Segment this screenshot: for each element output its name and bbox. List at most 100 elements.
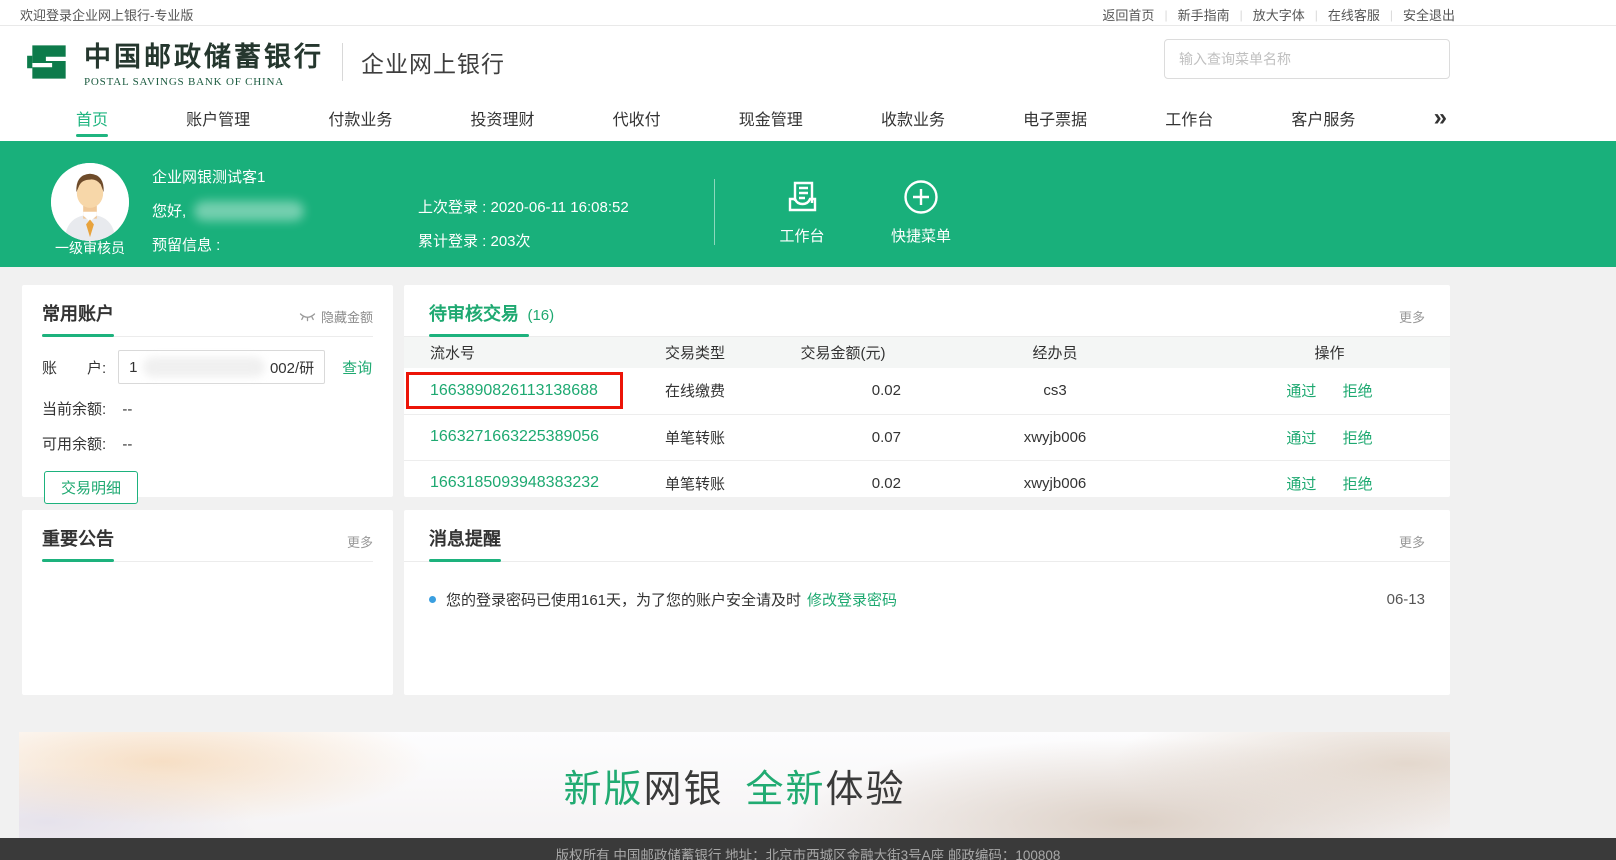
separator: | bbox=[1380, 8, 1403, 22]
transaction-amount: 0.02 bbox=[785, 460, 901, 506]
serial-link[interactable]: 1663271663225389056 bbox=[430, 428, 599, 445]
nav-tab-customer-service[interactable]: 客户服务 bbox=[1291, 95, 1355, 141]
approve-link[interactable]: 通过 bbox=[1286, 476, 1316, 493]
message-date: 06-13 bbox=[1387, 591, 1425, 608]
promo-dark-2: 体验 bbox=[826, 769, 906, 811]
link-beginner-guide[interactable]: 新手指南 bbox=[1178, 5, 1230, 24]
nav-tab-payment[interactable]: 付款业务 bbox=[328, 95, 392, 141]
link-home[interactable]: 返回首页 bbox=[1102, 5, 1154, 24]
pending-transactions-title: 待审核交易 bbox=[429, 304, 519, 324]
hide-amount-toggle[interactable]: 隐藏金额 bbox=[299, 307, 373, 326]
link-enlarge-font[interactable]: 放大字体 bbox=[1253, 5, 1305, 24]
account-label: 账 户: bbox=[42, 357, 106, 378]
promo-dark-1: 网银 bbox=[643, 769, 723, 811]
message-item: 您的登录密码已使用161天，为了您的账户安全请及时 修改登录密码 06-13 bbox=[429, 589, 1425, 610]
link-online-service[interactable]: 在线客服 bbox=[1328, 5, 1380, 24]
quick-menu-shortcut[interactable]: 快捷菜单 bbox=[876, 178, 966, 246]
quick-menu-label: 快捷菜单 bbox=[876, 225, 966, 246]
menu-search-input[interactable] bbox=[1164, 39, 1450, 79]
redacted-account-number bbox=[143, 357, 265, 377]
product-title: 企业网上银行 bbox=[361, 45, 505, 79]
nav-tab-investment[interactable]: 投资理财 bbox=[470, 95, 534, 141]
transaction-amount: 0.02 bbox=[785, 368, 901, 414]
reject-link[interactable]: 拒绝 bbox=[1343, 383, 1373, 400]
avatar-illustration bbox=[51, 163, 129, 241]
last-login: 上次登录 : 2020-06-11 16:08:52 bbox=[418, 196, 629, 217]
message-reminder-title: 消息提醒 bbox=[429, 525, 501, 551]
operator: cs3 bbox=[901, 368, 1209, 414]
banner-divider bbox=[714, 179, 715, 245]
account-prefix: 1 bbox=[129, 359, 137, 376]
transaction-type: 单笔转账 bbox=[665, 460, 785, 506]
available-balance-label: 可用余额: bbox=[42, 436, 106, 453]
nav-tab-receivables[interactable]: 收款业务 bbox=[881, 95, 945, 141]
col-serial: 流水号 bbox=[404, 337, 665, 368]
nav-tab-collection-pay[interactable]: 代收付 bbox=[613, 95, 661, 141]
nav-tab-workbench[interactable]: 工作台 bbox=[1165, 95, 1213, 141]
pending-transactions-card: 待审核交易 (16) 更多 流水号 交易类型 交易金额(元) 经办员 操作 bbox=[404, 285, 1450, 497]
account-select[interactable]: 1 002/研 bbox=[118, 350, 325, 384]
account-suffix: 002/研 bbox=[270, 357, 314, 378]
promo-banner: 新版网银全新体验 bbox=[19, 732, 1450, 838]
reject-link[interactable]: 拒绝 bbox=[1343, 476, 1373, 493]
bank-name-cn: 中国邮政储蓄银行 bbox=[84, 35, 324, 74]
user-info: 企业网银测试客1 您好, 预留信息 : bbox=[152, 166, 304, 268]
separator: | bbox=[1305, 8, 1328, 22]
main-nav: 首页 账户管理 付款业务 投资理财 代收付 现金管理 收款业务 电子票据 工作台… bbox=[20, 95, 1455, 141]
header: 中国邮政储蓄银行 POSTAL SAVINGS BANK OF CHINA 企业… bbox=[0, 26, 1616, 95]
promo-text: 新版网银全新体验 bbox=[563, 758, 905, 813]
available-balance-value: -- bbox=[122, 436, 132, 453]
bank-logo[interactable]: 中国邮政储蓄银行 POSTAL SAVINGS BANK OF CHINA 企业… bbox=[24, 35, 505, 88]
table-row: 1663271663225389056 单笔转账 0.07 xwyjb006 通… bbox=[404, 414, 1450, 460]
serial-link[interactable]: 1663185093948383232 bbox=[430, 474, 599, 491]
redacted-username bbox=[194, 201, 304, 221]
user-role: 一级审核员 bbox=[26, 238, 154, 258]
approve-link[interactable]: 通过 bbox=[1286, 383, 1316, 400]
link-safe-exit[interactable]: 安全退出 bbox=[1403, 5, 1455, 24]
transaction-type: 在线缴费 bbox=[665, 368, 785, 414]
transaction-type: 单笔转账 bbox=[665, 414, 785, 460]
serial-link[interactable]: 1663890826113138688 bbox=[430, 382, 598, 399]
greeting-text: 您好, bbox=[152, 200, 186, 221]
nav-tab-home[interactable]: 首页 bbox=[76, 95, 108, 141]
copyright-text: 版权所有 中国邮政储蓄银行 地址：北京市西城区金融大街3号A座 邮政编码：100… bbox=[0, 848, 1616, 860]
nav-tab-e-bill[interactable]: 电子票据 bbox=[1023, 95, 1087, 141]
col-operator: 经办员 bbox=[901, 337, 1209, 368]
nav-tab-account-mgmt[interactable]: 账户管理 bbox=[186, 95, 250, 141]
operator: xwyjb006 bbox=[901, 414, 1209, 460]
reject-link[interactable]: 拒绝 bbox=[1343, 430, 1373, 447]
brand-divider bbox=[342, 43, 343, 81]
bank-logo-icon bbox=[24, 37, 74, 87]
footer: 版权所有 中国邮政储蓄银行 地址：北京市西城区金融大街3号A座 邮政编码：100… bbox=[0, 838, 1616, 860]
topbar-links: 返回首页| 新手指南| 放大字体| 在线客服| 安全退出 bbox=[1102, 5, 1455, 24]
frequent-accounts-title: 常用账户 bbox=[42, 300, 114, 326]
bank-names: 中国邮政储蓄银行 POSTAL SAVINGS BANK OF CHINA bbox=[84, 35, 324, 88]
approve-link[interactable]: 通过 bbox=[1286, 430, 1316, 447]
nav-more-icon[interactable]: » bbox=[1434, 108, 1447, 128]
message-reminder-card: 消息提醒 更多 您的登录密码已使用161天，为了您的账户安全请及时 修改登录密码… bbox=[404, 510, 1450, 695]
login-count: 累计登录 : 203次 bbox=[418, 230, 629, 251]
notice-more-link[interactable]: 更多 bbox=[347, 532, 373, 551]
pending-more-link[interactable]: 更多 bbox=[1399, 307, 1425, 326]
operator: xwyjb006 bbox=[901, 460, 1209, 506]
promo-green-2: 全新 bbox=[746, 769, 826, 811]
col-type: 交易类型 bbox=[665, 337, 785, 368]
plus-circle-icon bbox=[902, 178, 940, 216]
query-link[interactable]: 查询 bbox=[342, 357, 372, 378]
welcome-text: 欢迎登录企业网上银行-专业版 bbox=[20, 5, 193, 24]
nav-tab-cash-mgmt[interactable]: 现金管理 bbox=[739, 95, 803, 141]
transaction-amount: 0.07 bbox=[785, 414, 901, 460]
promo-green-1: 新版 bbox=[563, 769, 643, 811]
bank-name-en: POSTAL SAVINGS BANK OF CHINA bbox=[84, 76, 324, 88]
important-notice-card: 重要公告 更多 bbox=[22, 510, 393, 695]
change-password-link[interactable]: 修改登录密码 bbox=[807, 589, 897, 610]
page: 欢迎登录企业网上银行-专业版 返回首页| 新手指南| 放大字体| 在线客服| 安… bbox=[0, 0, 1616, 860]
workbench-shortcut[interactable]: 工作台 bbox=[757, 178, 847, 246]
current-balance-label: 当前余额: bbox=[42, 401, 106, 418]
table-row: 1663890826113138688 在线缴费 0.02 cs3 通过 拒绝 bbox=[404, 368, 1450, 414]
bullet-icon bbox=[429, 596, 436, 603]
message-more-link[interactable]: 更多 bbox=[1399, 532, 1425, 551]
pending-transactions-table: 流水号 交易类型 交易金额(元) 经办员 操作 1663890826113138… bbox=[404, 337, 1450, 506]
transaction-detail-button[interactable]: 交易明细 bbox=[44, 471, 138, 504]
separator: | bbox=[1230, 8, 1253, 22]
